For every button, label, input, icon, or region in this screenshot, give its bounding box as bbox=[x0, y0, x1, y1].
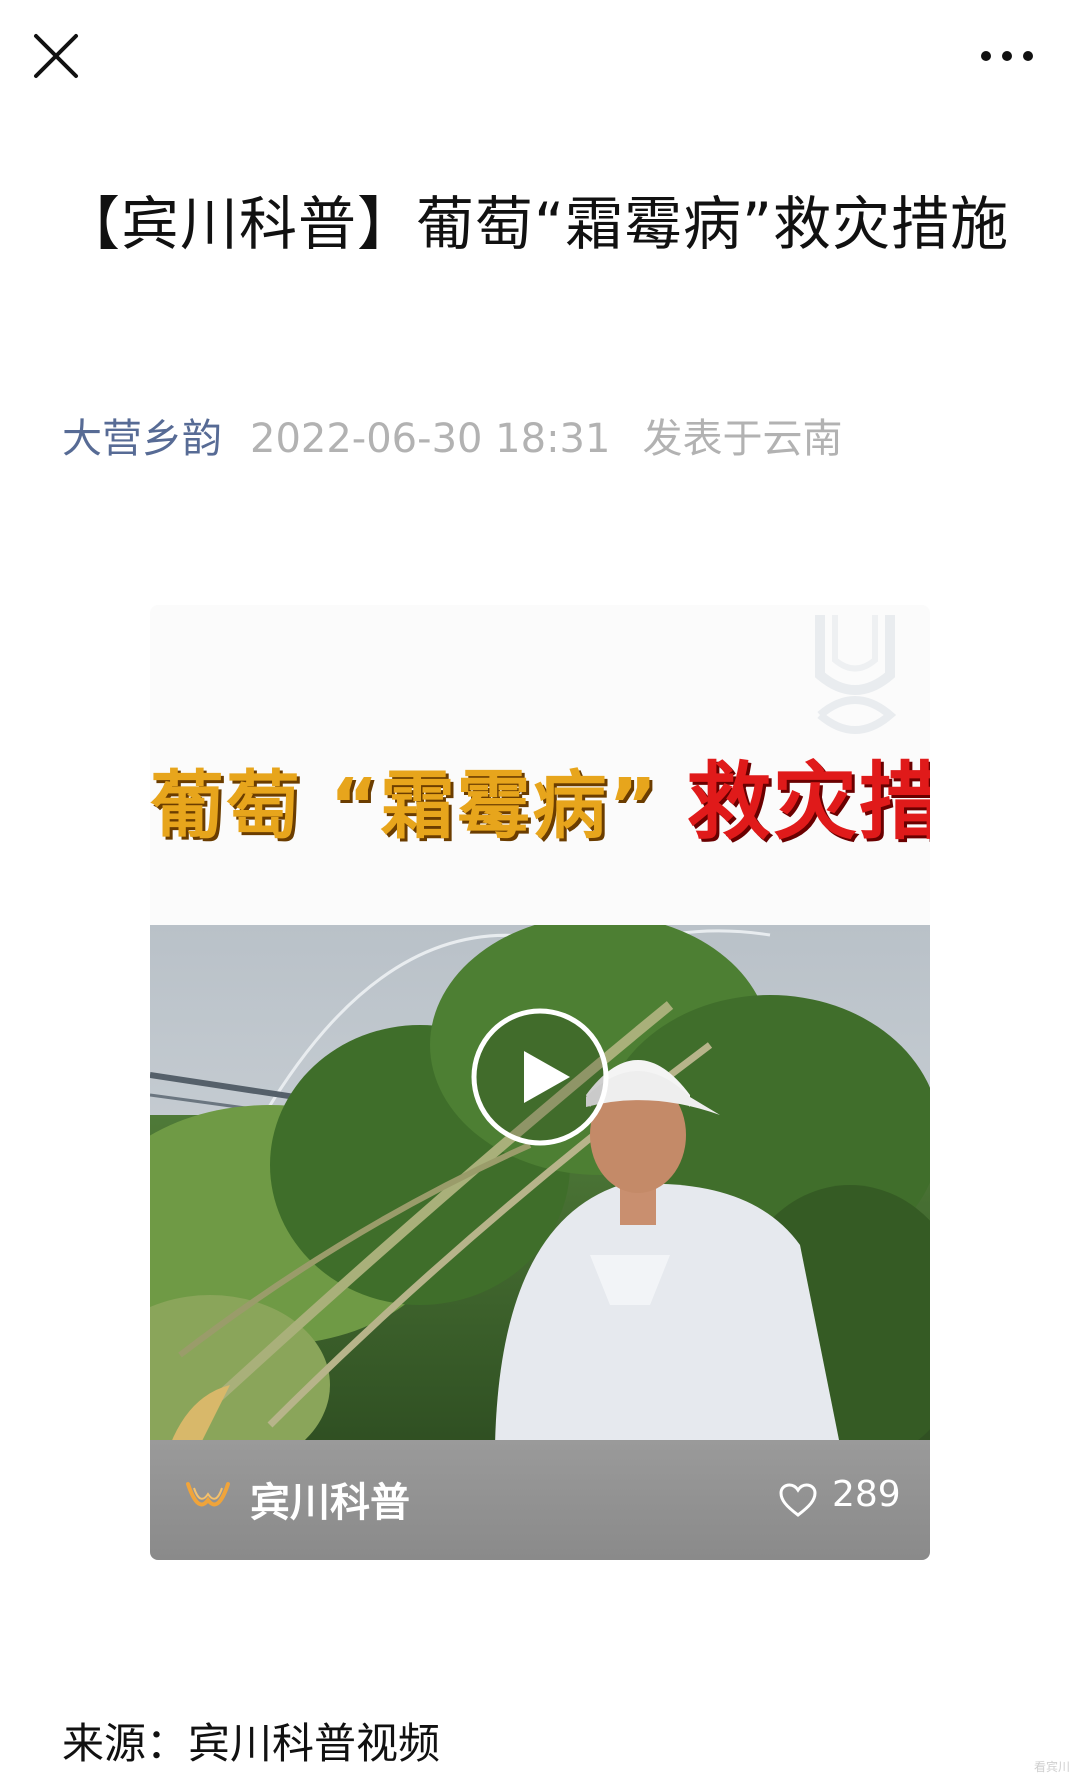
more-button[interactable] bbox=[976, 38, 1038, 74]
video-card[interactable]: 葡萄 “霜霉病” 救灾措施 bbox=[150, 605, 930, 1560]
like-count: 289 bbox=[832, 1474, 901, 1515]
cover-title-red: 救灾措施 bbox=[686, 753, 930, 851]
article-meta: 大营乡韵 2022-06-30 18:31 发表于云南 bbox=[62, 406, 842, 464]
top-bar bbox=[0, 0, 1080, 110]
article-title: 【宾川科普】葡萄“霜霉病”救灾措施 bbox=[62, 190, 1010, 258]
play-icon bbox=[471, 1008, 609, 1146]
channel-logo-icon bbox=[186, 1482, 230, 1507]
cover-title-gold-1: 葡萄 bbox=[150, 763, 302, 849]
play-button[interactable] bbox=[468, 1005, 612, 1149]
channel-name[interactable]: 宾川科普 bbox=[250, 1470, 410, 1528]
watermark: 看宾川 bbox=[1033, 1760, 1070, 1774]
heart-icon[interactable] bbox=[778, 1482, 818, 1518]
publish-date: 2022-06-30 18:31 bbox=[250, 416, 611, 462]
article-source: 来源：宾川科普视频 bbox=[62, 1719, 441, 1768]
close-icon bbox=[34, 34, 78, 78]
author-link[interactable]: 大营乡韵 bbox=[62, 416, 222, 462]
more-icon bbox=[981, 51, 1033, 61]
video-thumbnail bbox=[150, 925, 930, 1445]
publish-location: 发表于云南 bbox=[642, 416, 843, 462]
video-cover-header: 葡萄 “霜霉病” 救灾措施 bbox=[150, 605, 930, 925]
video-card-footer: 宾川科普 289 bbox=[150, 1440, 930, 1560]
video-cover-title: 葡萄 “霜霉病” 救灾措施 bbox=[150, 735, 930, 856]
close-button[interactable] bbox=[28, 28, 84, 84]
cover-title-gold-2: “霜霉病” bbox=[329, 763, 660, 849]
